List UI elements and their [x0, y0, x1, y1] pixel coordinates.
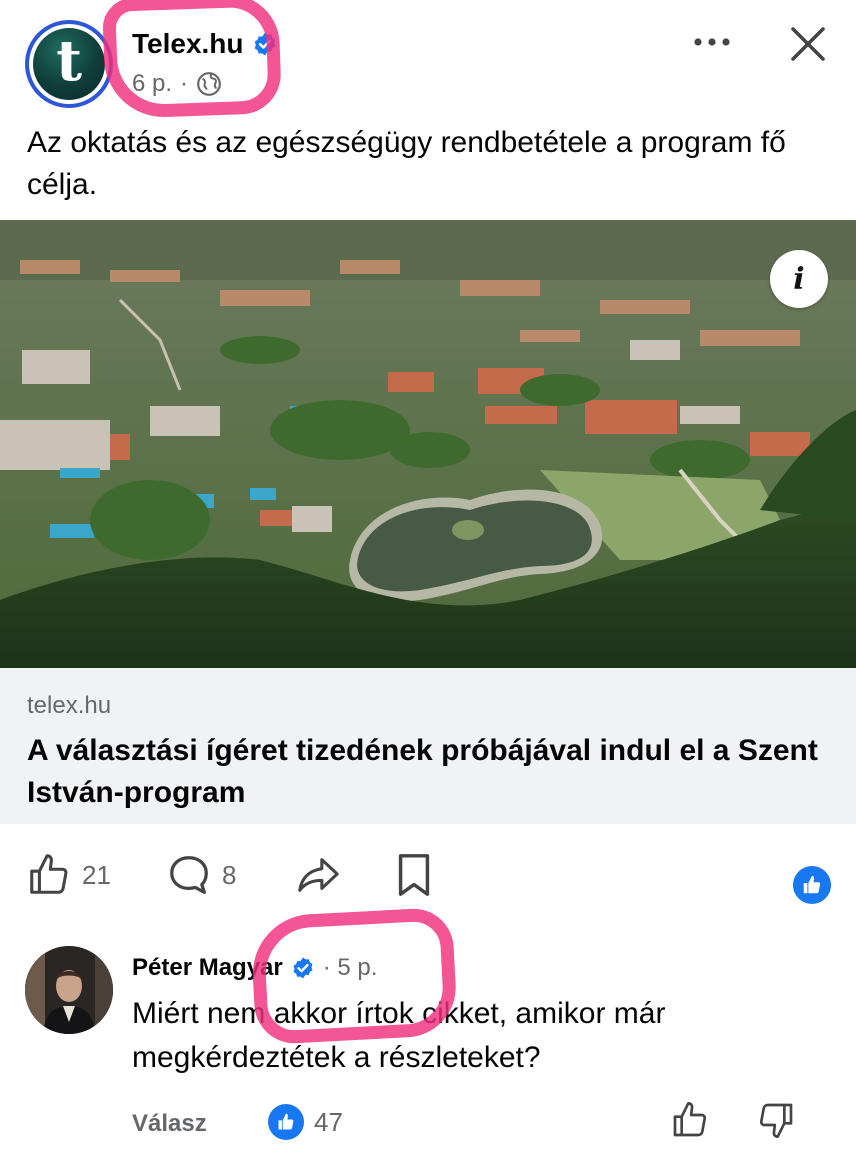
- avatar-letter: t: [56, 28, 82, 94]
- commenter-name-label: Péter Magyar: [132, 954, 283, 981]
- commenter-photo: [25, 946, 113, 1034]
- bookmark-icon: [398, 854, 430, 896]
- comment-button[interactable]: 8: [166, 852, 236, 898]
- comment-bubble-icon: [170, 856, 208, 894]
- share-arrow-icon: [298, 858, 339, 892]
- verified-badge-icon: [254, 32, 275, 56]
- comment-time: · 5 p.: [322, 954, 378, 981]
- link-preview-image[interactable]: [0, 220, 856, 668]
- page-name[interactable]: Telex.hu: [132, 28, 278, 60]
- post-meta: 6 p. ·: [132, 70, 222, 98]
- comment: Péter Magyar · 5 p. Miért nem akkor írto…: [0, 940, 856, 1150]
- globe-icon: [197, 72, 221, 96]
- comment-text: Miért nem akkor írtok cikket, amikor már…: [132, 997, 666, 1074]
- like-count: 21: [82, 859, 111, 890]
- reaction-like-badge[interactable]: [793, 866, 831, 904]
- close-icon[interactable]: [784, 20, 832, 68]
- post-time[interactable]: 6 p.: [132, 70, 172, 98]
- comment-count: 8: [222, 859, 237, 890]
- comment-dislike-icon[interactable]: [756, 1100, 796, 1140]
- link-title: A választási ígéret tizedének próbájával…: [27, 734, 818, 809]
- reply-button[interactable]: Válasz: [132, 1110, 207, 1138]
- reaction-like-badge: [268, 1104, 304, 1140]
- page-name-label: Telex.hu: [132, 28, 244, 59]
- share-button[interactable]: [294, 852, 342, 898]
- info-button[interactable]: i: [770, 250, 828, 308]
- meta-separator: ·: [180, 70, 189, 97]
- like-button[interactable]: 21: [26, 852, 111, 898]
- page-avatar[interactable]: t: [25, 20, 113, 108]
- thumbs-up-filled-icon: [803, 875, 821, 894]
- thumbs-up-icon: [30, 854, 68, 894]
- reaction-count: 47: [314, 1106, 343, 1137]
- comment-like-icon[interactable]: [670, 1100, 710, 1140]
- post-header: t Telex.hu 6 p. ·: [0, 0, 856, 120]
- info-icon: i: [793, 261, 805, 297]
- comment-reactions[interactable]: 47: [268, 1104, 343, 1140]
- link-domain: telex.hu: [27, 692, 112, 719]
- save-button[interactable]: [394, 852, 434, 898]
- more-dots-icon: [694, 38, 730, 46]
- commenter-avatar[interactable]: [25, 946, 113, 1034]
- aerial-photo: [0, 220, 856, 668]
- more-options-button[interactable]: [690, 22, 734, 62]
- commenter-name[interactable]: Péter Magyar · 5 p.: [132, 954, 377, 982]
- verified-badge-icon: [293, 957, 313, 979]
- thumbs-up-filled-icon: [278, 1113, 294, 1130]
- link-card[interactable]: telex.hu A választási ígéret tizedének p…: [0, 668, 856, 824]
- post-actions: 21 8: [0, 840, 856, 920]
- post-text: Az oktatás és az egészségügy rendbetétel…: [27, 126, 786, 201]
